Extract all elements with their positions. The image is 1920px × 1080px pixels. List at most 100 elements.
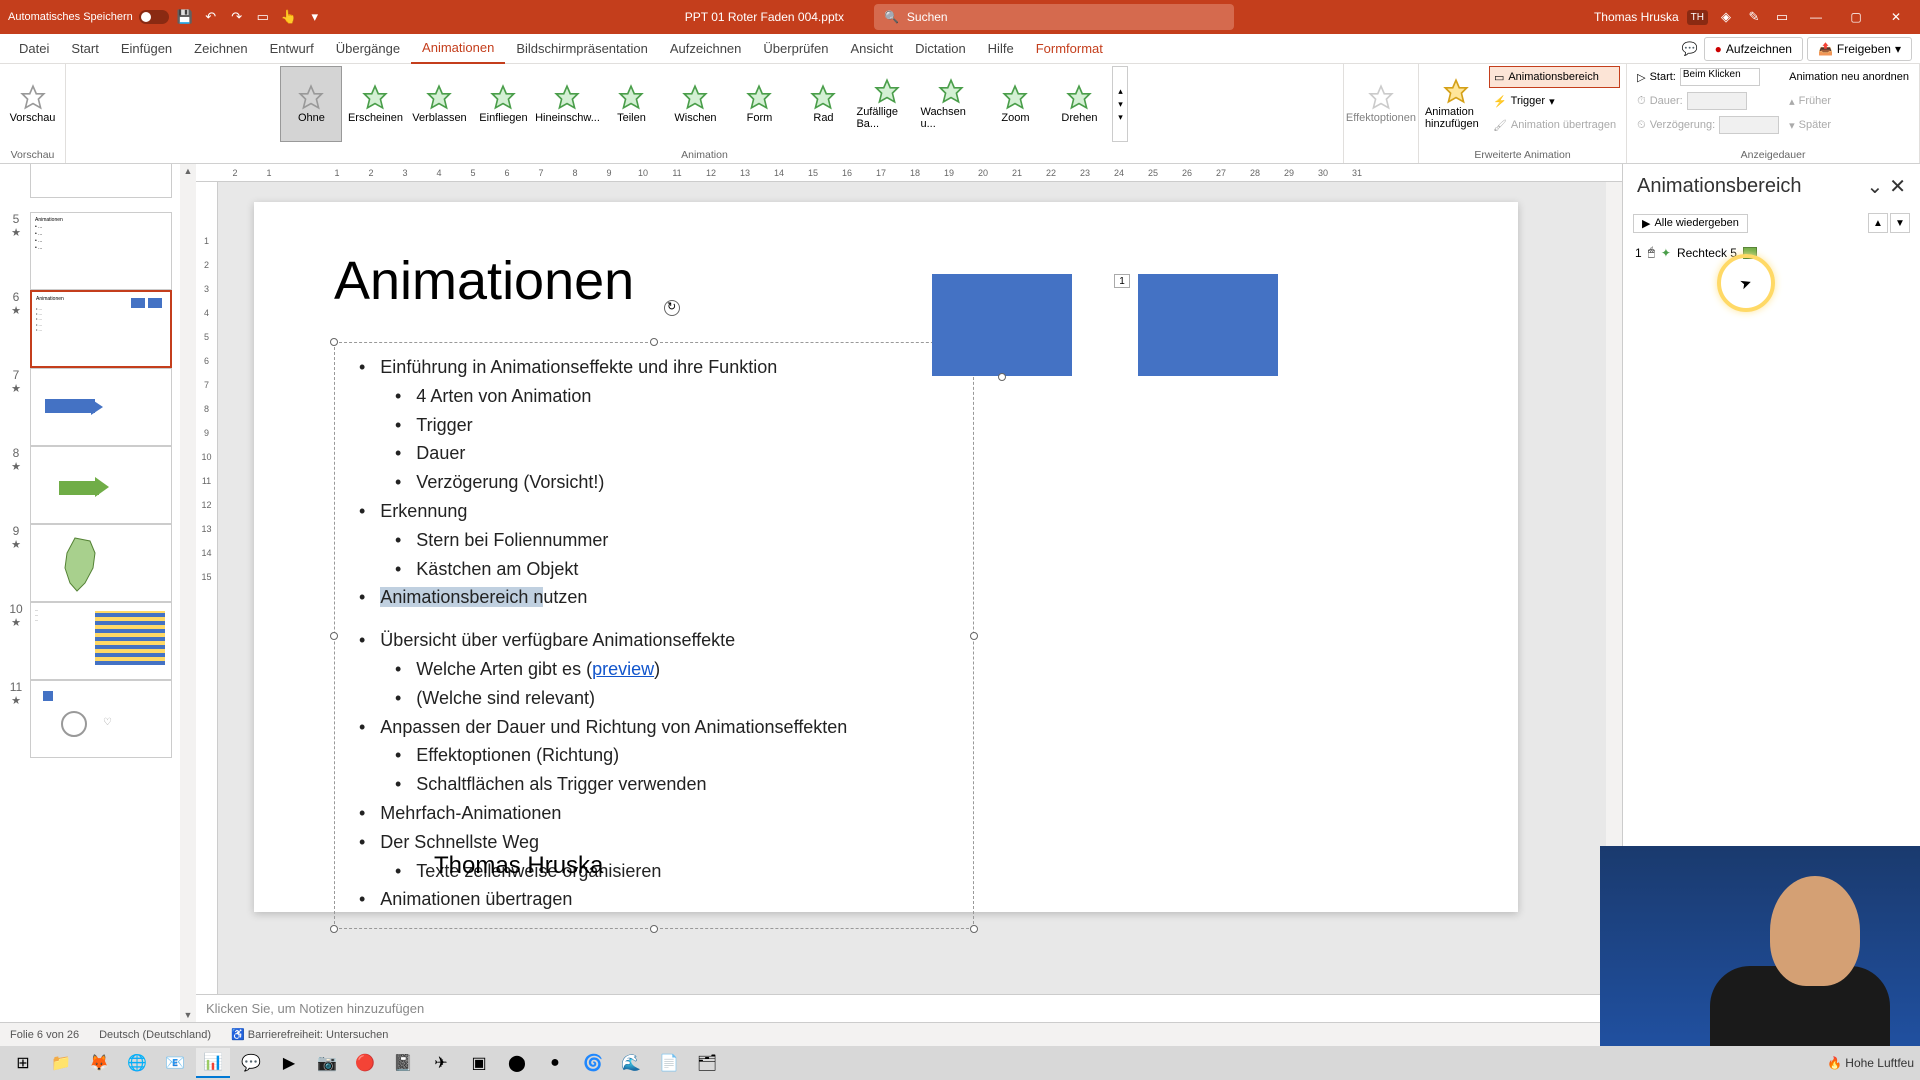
animation-effect-button[interactable]: Rad xyxy=(792,66,854,142)
slide-counter[interactable]: Folie 6 von 26 xyxy=(10,1029,79,1041)
comments-icon[interactable]: 💬 xyxy=(1680,39,1700,59)
slide-canvas[interactable]: Animationen • Einführung in Animationsef… xyxy=(218,182,1606,994)
move-down-button[interactable]: ▼ xyxy=(1890,213,1910,233)
bullet-line[interactable]: • Trigger xyxy=(349,411,959,440)
chevron-down-icon[interactable]: ⌄ xyxy=(1866,174,1883,199)
chrome-icon[interactable]: 🌐 xyxy=(120,1048,154,1078)
app-icon[interactable]: 📄 xyxy=(652,1048,686,1078)
animation-effect-button[interactable]: Hineinschw... xyxy=(536,66,598,142)
bullet-line[interactable]: • (Welche sind relevant) xyxy=(349,684,959,713)
app-icon[interactable]: 🗂 xyxy=(690,1048,724,1078)
move-up-button[interactable]: ▲ xyxy=(1868,213,1888,233)
animation-effect-button[interactable]: Form xyxy=(728,66,790,142)
preview-button[interactable]: Vorschau xyxy=(2,66,64,142)
touch-mode-icon[interactable]: 👆 xyxy=(279,7,299,27)
slide-thumbnail[interactable]: ♡ xyxy=(30,680,172,758)
tab-einfügen[interactable]: Einfügen xyxy=(110,34,183,64)
tab-start[interactable]: Start xyxy=(60,34,109,64)
selection-handle[interactable] xyxy=(330,338,338,346)
search-input[interactable]: 🔍 Suchen xyxy=(874,4,1234,30)
autosave-toggle[interactable]: Automatisches Speichern xyxy=(8,10,169,24)
tab-datei[interactable]: Datei xyxy=(8,34,60,64)
selection-handle[interactable] xyxy=(650,925,658,933)
bullet-line[interactable]: • Effektoptionen (Richtung) xyxy=(349,741,959,770)
bullet-line[interactable]: • Welche Arten gibt es (preview) xyxy=(349,655,959,684)
animation-effect-button[interactable]: Wischen xyxy=(664,66,726,142)
vlc-icon[interactable]: ▶ xyxy=(272,1048,306,1078)
outlook-icon[interactable]: 📧 xyxy=(158,1048,192,1078)
panel-splitter[interactable]: ▲ ▼ xyxy=(180,164,196,1022)
slide-title[interactable]: Animationen xyxy=(334,250,634,312)
weather-widget[interactable]: 🔥 Hohe Luftfeu xyxy=(1827,1056,1914,1070)
tab-hilfe[interactable]: Hilfe xyxy=(977,34,1025,64)
redo-icon[interactable]: ↷ xyxy=(227,7,247,27)
animation-effect-button[interactable]: Einfliegen xyxy=(472,66,534,142)
user-avatar[interactable]: TH xyxy=(1687,10,1708,25)
slide-thumbnail[interactable]: ......... xyxy=(30,602,172,680)
share-button[interactable]: 📤Freigeben▾ xyxy=(1807,37,1912,61)
record-button[interactable]: ●Aufzeichnen xyxy=(1704,37,1803,61)
maximize-button[interactable]: ▢ xyxy=(1840,4,1872,30)
slide-thumbnail[interactable]: Animationen• ...• ...• ...• ...• ... xyxy=(30,290,172,368)
onenote-icon[interactable]: 📓 xyxy=(386,1048,420,1078)
app-icon[interactable]: 🔴 xyxy=(348,1048,382,1078)
tab-übergänge[interactable]: Übergänge xyxy=(325,34,411,64)
tab-bildschirmpräsentation[interactable]: Bildschirmpräsentation xyxy=(505,34,659,64)
pen-icon[interactable]: ✎ xyxy=(1744,7,1764,27)
tab-zeichnen[interactable]: Zeichnen xyxy=(183,34,258,64)
app-icon[interactable]: 🌀 xyxy=(576,1048,610,1078)
animation-effect-button[interactable]: Drehen xyxy=(1048,66,1110,142)
animation-order-badge[interactable]: 1 xyxy=(1114,274,1130,288)
bullet-line[interactable]: • Animationsbereich nutzen xyxy=(349,583,959,612)
animation-effect-button[interactable]: Zoom xyxy=(984,66,1046,142)
document-title[interactable]: PPT 01 Roter Faden 004.pptx xyxy=(685,10,844,24)
app-icon[interactable]: ▣ xyxy=(462,1048,496,1078)
animation-pane-button[interactable]: ▭ Animationsbereich xyxy=(1489,66,1620,88)
obs-icon[interactable]: ⬤ xyxy=(500,1048,534,1078)
presenter-icon[interactable]: ▭ xyxy=(253,7,273,27)
bullet-line[interactable]: • 4 Arten von Animation xyxy=(349,382,959,411)
selection-handle[interactable] xyxy=(970,632,978,640)
tab-aufzeichnen[interactable]: Aufzeichnen xyxy=(659,34,753,64)
slide-thumbnail-partial[interactable] xyxy=(30,164,172,198)
slide-thumbnail[interactable]: Animationen• ...• ...• ...• ... xyxy=(30,212,172,290)
bullet-line[interactable]: • Kästchen am Objekt xyxy=(349,555,959,584)
author-text[interactable]: Thomas Hruska xyxy=(434,852,603,880)
close-button[interactable]: ✕ xyxy=(1880,4,1912,30)
notes-pane[interactable]: Klicken Sie, um Notizen hinzuzufügen xyxy=(196,994,1622,1022)
close-pane-icon[interactable]: ✕ xyxy=(1889,174,1906,199)
gallery-more-button[interactable]: ▴▾▾ xyxy=(1112,66,1128,142)
undo-icon[interactable]: ↶ xyxy=(201,7,221,27)
rotate-handle-icon[interactable] xyxy=(664,300,680,316)
tab-dictation[interactable]: Dictation xyxy=(904,34,977,64)
tab-ansicht[interactable]: Ansicht xyxy=(839,34,904,64)
slide-thumbnail[interactable] xyxy=(30,524,172,602)
user-name[interactable]: Thomas Hruska xyxy=(1594,10,1679,24)
trigger-button[interactable]: ⚡ Trigger ▾ xyxy=(1489,90,1620,112)
file-explorer-icon[interactable]: 📁 xyxy=(44,1048,78,1078)
bullet-line[interactable]: • Verzögerung (Vorsicht!) xyxy=(349,468,959,497)
firefox-icon[interactable]: 🦊 xyxy=(82,1048,116,1078)
bullet-line[interactable]: • Übersicht über verfügbare Animationsef… xyxy=(349,626,959,655)
tab-entwurf[interactable]: Entwurf xyxy=(259,34,325,64)
selection-handle[interactable] xyxy=(650,338,658,346)
slide-thumbnail[interactable] xyxy=(30,446,172,524)
app-icon[interactable]: ● xyxy=(538,1048,572,1078)
accessibility-status[interactable]: ♿ Barrierefreiheit: Untersuchen xyxy=(231,1028,388,1041)
start-button[interactable]: ⊞ xyxy=(6,1048,40,1078)
vertical-ruler[interactable]: 123456789101112131415 xyxy=(196,182,218,994)
toggle-switch[interactable] xyxy=(139,10,169,24)
animation-effect-button[interactable]: Teilen xyxy=(600,66,662,142)
start-timing-row[interactable]: ▷ Start: Beim Klicken xyxy=(1633,66,1783,88)
scroll-down-icon[interactable]: ▼ xyxy=(181,1008,195,1022)
selection-handle[interactable] xyxy=(970,925,978,933)
animation-effect-button[interactable]: Wachsen u... xyxy=(920,66,982,142)
rectangle-shape[interactable] xyxy=(1138,274,1278,376)
powerpoint-icon[interactable]: 📊 xyxy=(196,1048,230,1078)
edge-icon[interactable]: 🌊 xyxy=(614,1048,648,1078)
bullet-line[interactable]: • Animationen übertragen xyxy=(349,885,959,914)
ribbon-options-icon[interactable]: ▭ xyxy=(1772,7,1792,27)
slide-thumbnail[interactable] xyxy=(30,368,172,446)
diamond-icon[interactable]: ◈ xyxy=(1716,7,1736,27)
animation-effect-button[interactable]: Erscheinen xyxy=(344,66,406,142)
